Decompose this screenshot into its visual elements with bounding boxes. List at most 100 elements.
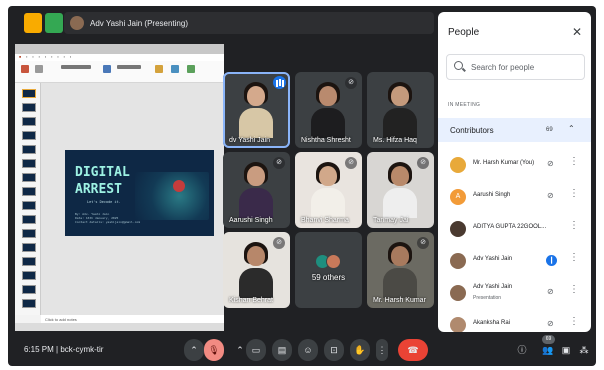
avatar xyxy=(450,221,466,237)
participant-row-name: Adv Yashi Jain xyxy=(473,284,513,290)
more-options-icon[interactable]: ⋮ xyxy=(569,253,579,263)
participant-video xyxy=(311,162,345,218)
others-count: 59 others xyxy=(311,273,346,282)
bottom-bar: 6:15 PM | bck-cymk-tir ⌃ 🎙 ⌃ ▭ ▤ ☺ ⊡ ✋ ⋮… xyxy=(8,334,596,366)
present-button[interactable]: ⊡ xyxy=(324,339,344,361)
participant-row[interactable]: A Aarushi Singh ⊘ ⋮ xyxy=(438,182,591,212)
powerpoint-titlebar xyxy=(15,44,224,54)
group-label: Contributors xyxy=(450,126,494,135)
chevron-up-icon[interactable]: ⌃ xyxy=(568,124,575,133)
meet-window: Adv Yashi Jain (Presenting) ■ ▪ ▪ ▪ ▪ ▪ ▪ ▪ ▪ xyxy=(8,6,596,366)
more-options-icon[interactable]: ⋮ xyxy=(569,285,579,295)
people-icon[interactable]: 👥 xyxy=(542,344,554,356)
participant-row-name: Akanksha Rai xyxy=(473,320,511,326)
search-icon xyxy=(454,61,463,70)
participant-video xyxy=(383,162,417,218)
participant-name: dv Yashi Jain xyxy=(229,137,270,144)
participant-row-name: Adv Yashi Jain xyxy=(473,256,513,262)
participant-row[interactable]: Akanksha Rai ⊘ ⋮ xyxy=(438,310,591,332)
avatar xyxy=(450,157,466,173)
slide-thumbnails xyxy=(15,83,41,315)
camera-button[interactable]: ▭ xyxy=(246,339,266,361)
mic-off-button[interactable]: 🎙 xyxy=(204,339,224,361)
participant-name: Ms. Hifza Haq xyxy=(373,137,417,144)
participant-video xyxy=(383,82,417,138)
avatar: A xyxy=(450,189,466,205)
captions-button[interactable]: ▤ xyxy=(272,339,292,361)
current-slide: DIGITAL ARREST Let's Decode it. By: Adv.… xyxy=(65,150,214,236)
presentation-icon[interactable] xyxy=(24,13,42,33)
presenter-label: Adv Yashi Jain (Presenting) xyxy=(90,18,188,28)
participant-tile[interactable]: ⊘ Tanmay Jai xyxy=(367,152,434,228)
more-options-icon[interactable]: ⋮ xyxy=(569,157,579,167)
participant-video xyxy=(311,82,345,138)
leave-call-button[interactable]: ☎ xyxy=(398,339,428,361)
chat-icon[interactable]: ▣ xyxy=(560,344,572,356)
participant-name: Mr. Harsh Kumar xyxy=(373,297,426,304)
presenter-avatar xyxy=(70,16,84,30)
mic-off-icon: ⊘ xyxy=(547,319,554,328)
presenter-chip[interactable]: Adv Yashi Jain (Presenting) xyxy=(64,12,434,34)
mic-off-icon: ⊘ xyxy=(417,157,429,169)
participant-name: Bhanvi Sharma xyxy=(301,217,349,224)
powerpoint-ribbon-tabs: ■ ▪ ▪ ▪ ▪ ▪ ▪ ▪ ▪ xyxy=(15,54,224,61)
close-icon[interactable]: ✕ xyxy=(572,25,582,39)
participant-tile[interactable]: ⊘ Kishan Behrat xyxy=(223,232,290,308)
participant-row-name: Mr. Harsh Kumar (You) xyxy=(473,160,535,166)
meeting-clock: 6:15 PM | bck-cymk-tir xyxy=(24,345,104,354)
participant-tile[interactable]: ⊘ Aarushi Singh xyxy=(223,152,290,228)
participant-name: Aarushi Singh xyxy=(229,217,273,224)
contributors-group[interactable]: Contributors 69 ⌃ xyxy=(438,118,591,142)
avatar xyxy=(450,317,466,332)
powerpoint-statusbar xyxy=(15,323,224,331)
speaking-icon: ❙ xyxy=(546,255,557,266)
mic-options-chevron-icon[interactable]: ⌃ xyxy=(184,339,204,361)
avatar xyxy=(450,253,466,269)
participant-row-subtitle: Presentation xyxy=(473,295,502,301)
mic-off-icon: ⊘ xyxy=(547,191,554,200)
share-screen-icon[interactable] xyxy=(45,13,63,33)
mic-off-icon: ⊘ xyxy=(547,287,554,296)
slide-title: DIGITAL ARREST xyxy=(75,165,130,197)
mic-off-icon: ⊘ xyxy=(345,77,357,89)
participant-row[interactable]: Mr. Harsh Kumar (You) ⊘ ⋮ xyxy=(438,150,591,180)
participant-tile[interactable]: ⊘ Mr. Harsh Kumar xyxy=(367,232,434,308)
emoji-button[interactable]: ☺ xyxy=(298,339,318,361)
mic-off-icon: ⊘ xyxy=(547,159,554,168)
info-icon[interactable]: ⓘ xyxy=(516,344,528,356)
more-options-button[interactable]: ⋮ xyxy=(376,339,388,361)
participant-row[interactable]: Adv Yashi Jain ❙ ⋮ xyxy=(438,246,591,276)
participant-tile[interactable]: ⊘ Nishtha Shresht xyxy=(295,72,362,148)
search-people-input[interactable]: Search for people xyxy=(446,54,585,80)
participant-row[interactable]: ADITYA GUPTA 22GOOL... ⋮ xyxy=(438,214,591,244)
people-panel-title: People xyxy=(448,27,480,38)
more-options-icon[interactable]: ⋮ xyxy=(569,317,579,327)
mic-off-icon: ⊘ xyxy=(273,157,285,169)
participant-tile[interactable]: Ms. Hifza Haq xyxy=(367,72,434,148)
participant-tile[interactable]: ⊘ Bhanvi Sharma xyxy=(295,152,362,228)
others-avatars xyxy=(315,254,345,270)
participant-row[interactable]: Adv Yashi Jain Presentation ⊘ ⋮ xyxy=(438,278,591,308)
activities-icon[interactable]: ⁂ xyxy=(578,344,590,356)
slide-subtitle: Let's Decode it. xyxy=(87,200,121,204)
participant-row-name: Aarushi Singh xyxy=(473,192,511,198)
participant-name: Nishtha Shresht xyxy=(301,137,351,144)
participant-name: Kishan Behrat xyxy=(229,297,273,304)
participant-video xyxy=(239,242,273,298)
search-placeholder: Search for people xyxy=(471,63,535,72)
notes-placeholder[interactable]: Click to add notes xyxy=(41,315,224,323)
hacker-figure xyxy=(173,180,185,192)
speaking-indicator-icon xyxy=(273,76,286,89)
section-label: IN MEETING xyxy=(448,102,481,108)
group-count: 69 xyxy=(546,127,553,133)
mic-off-icon: ⊘ xyxy=(345,157,357,169)
more-options-icon[interactable]: ⋮ xyxy=(569,189,579,199)
participant-video xyxy=(239,82,273,138)
mic-off-icon: ⊘ xyxy=(417,237,429,249)
raise-hand-button[interactable]: ✋ xyxy=(350,339,370,361)
participant-video xyxy=(239,162,273,218)
participant-tile[interactable]: dv Yashi Jain xyxy=(223,72,290,148)
more-options-icon[interactable]: ⋮ xyxy=(569,221,579,231)
slide-meta: By: Adv. Yashi Jain Date: 16th January, … xyxy=(75,212,141,224)
others-tile[interactable]: 59 others xyxy=(295,232,362,308)
